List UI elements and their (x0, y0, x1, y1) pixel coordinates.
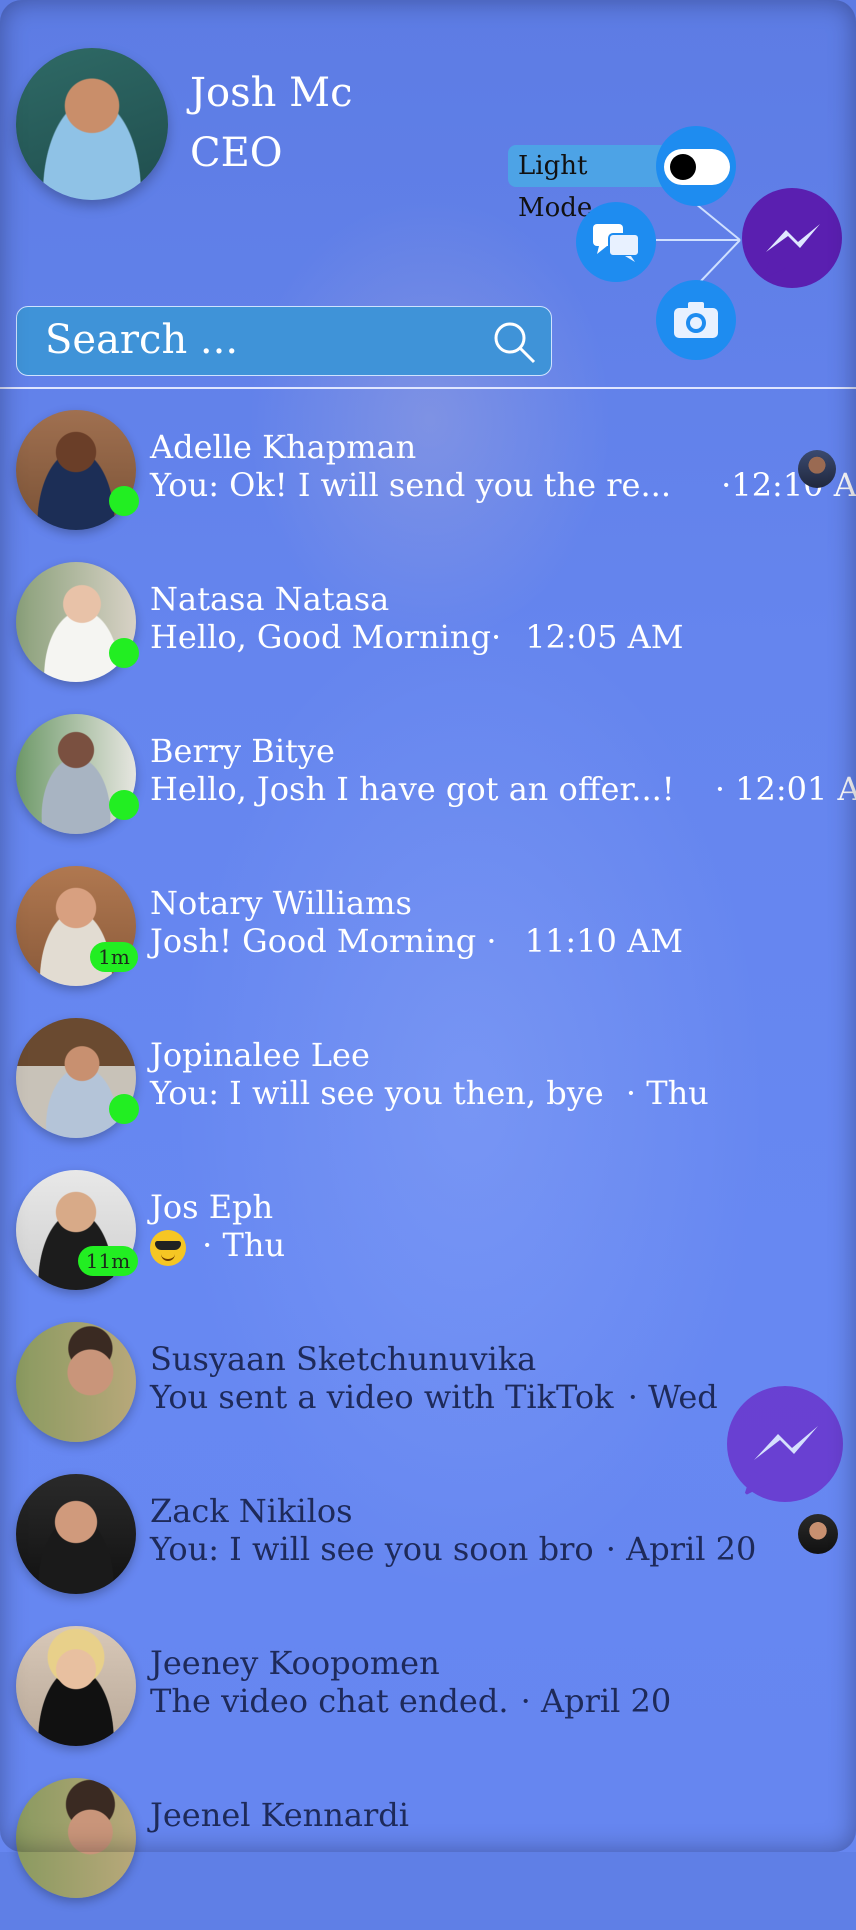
screen-frame (0, 0, 856, 1852)
